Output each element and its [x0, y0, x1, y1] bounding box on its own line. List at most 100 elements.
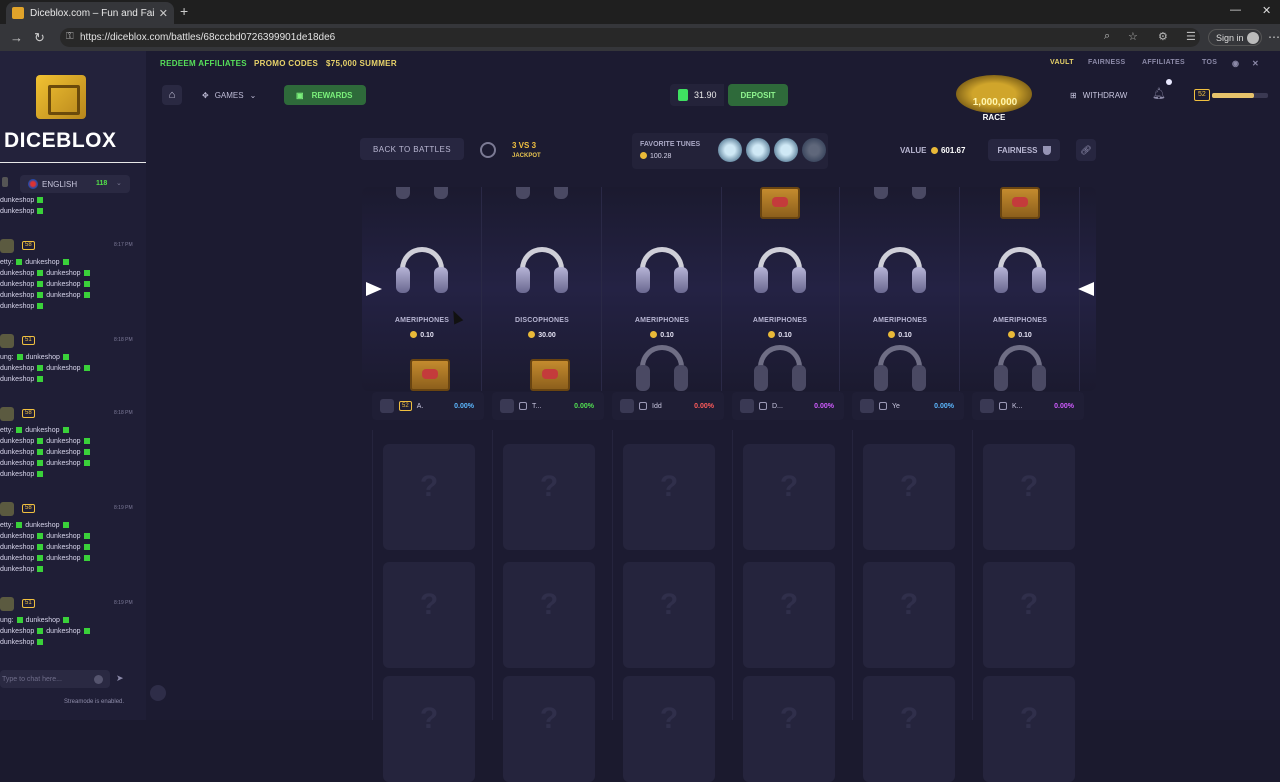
player-slot[interactable]: D... 0.00% [732, 392, 844, 420]
value-label: VALUE [900, 146, 927, 155]
link-icon: 🔗︎ [1080, 144, 1092, 155]
player-slot[interactable]: Ye 0.00% [852, 392, 964, 420]
mention-text: dunkeshop [0, 197, 35, 204]
minimize-icon[interactable]: — [1230, 4, 1241, 16]
case-thumbnail-1[interactable] [718, 138, 742, 162]
mention-text: dunkeshop [46, 281, 81, 288]
case-thumbnail-2[interactable] [746, 138, 770, 162]
message-line: dunkeshop dunkeshop [0, 270, 93, 280]
headphones-icon [394, 187, 450, 203]
headphone-cup [994, 267, 1008, 293]
message-line: etty: dunkeshop [0, 259, 72, 269]
item-price: 0.10 [720, 331, 840, 339]
player-win-chance: 0.00% [694, 402, 714, 410]
user-avatar[interactable] [0, 502, 14, 516]
url-text: https://diceblox.com/battles/68cccbd0726… [80, 32, 336, 43]
rewards-button[interactable]: ▣ REWARDS [284, 85, 366, 105]
green-emote-icon [37, 438, 44, 445]
mention-text: ung: [0, 354, 14, 361]
vault-link[interactable]: VAULT [1050, 59, 1074, 66]
logo[interactable]: DICEBLOX [0, 51, 146, 163]
language-selector[interactable]: ENGLISH 118 ⌄ [20, 175, 130, 193]
player-avatar [620, 399, 634, 413]
mention-text: dunkeshop [46, 628, 81, 635]
headphone-cup [754, 365, 768, 391]
player-win-chance: 0.00% [574, 402, 594, 410]
fairness-button[interactable]: FAIRNESS [988, 139, 1060, 161]
question-mark-icon: ? [659, 470, 679, 503]
balance-display[interactable]: 31.90 [670, 84, 724, 106]
close-window-icon[interactable]: ✕ [1262, 4, 1271, 17]
games-menu-button[interactable]: ✥ GAMES ⌄ [196, 85, 274, 105]
message-line: dunkeshop dunkeshop [0, 628, 93, 638]
green-emote-icon [83, 438, 90, 445]
player-rank-icon [519, 402, 527, 410]
green-emote-icon [37, 460, 44, 467]
player-slot[interactable]: 52 A. 0.00% [372, 392, 484, 420]
headphones-icon [872, 245, 928, 297]
coin-icon [768, 331, 776, 338]
round-column: ??? [972, 430, 1092, 782]
case-thumbnail-3[interactable] [774, 138, 798, 162]
player-slot[interactable]: Idd 0.00% [612, 392, 724, 420]
reload-icon[interactable]: ↻ [34, 30, 45, 46]
zoom-icon[interactable]: ⌕ [1104, 30, 1110, 43]
green-emote-icon [16, 259, 23, 266]
chat-toggle-icon[interactable] [150, 685, 166, 701]
question-mark-icon: ? [1019, 470, 1039, 503]
sign-in-button[interactable]: Sign in [1208, 29, 1262, 46]
share-link-button[interactable]: 🔗︎ [1076, 139, 1096, 161]
bookmark-star-icon[interactable]: ☆ [1128, 30, 1138, 43]
url-field[interactable]: ⚿ https://diceblox.com/battles/68cccbd07… [60, 28, 1200, 47]
promo-codes-link[interactable]: PROMO CODES [254, 59, 318, 68]
user-avatar[interactable] [0, 334, 14, 348]
withdraw-button[interactable]: ⊞ WITHDRAW [1064, 85, 1134, 105]
favorites-icon[interactable]: ☰ [1186, 30, 1196, 43]
emoji-icon[interactable] [94, 675, 103, 684]
case-thumbnail-4[interactable] [802, 138, 826, 162]
discord-icon[interactable]: ◉ [1232, 59, 1239, 68]
player-rank-icon [759, 402, 767, 410]
browser-menu-icon[interactable]: ⋯ [1268, 30, 1280, 44]
bell-icon[interactable]: 🔔︎ [1152, 87, 1166, 100]
headphone-cup [912, 187, 926, 199]
chat-sidebar: DICEBLOX ENGLISH 118 ⌄ dunkeshop dunkesho… [0, 51, 166, 720]
green-emote-icon [37, 566, 44, 573]
fairness-link[interactable]: FAIRNESS [1088, 59, 1125, 66]
twitter-x-icon[interactable]: ✕ [1252, 59, 1259, 68]
user-avatar[interactable] [0, 597, 14, 611]
forward-icon[interactable]: → [10, 30, 23, 45]
mention-text: dunkeshop [0, 208, 35, 215]
user-level-badge[interactable]: 52 [1194, 89, 1210, 101]
green-emote-icon [83, 628, 90, 635]
site-info-icon[interactable]: ⚿ [66, 31, 74, 42]
user-avatar[interactable] [0, 239, 14, 253]
player-rank-icon [639, 402, 647, 410]
tos-link[interactable]: TOS [1202, 59, 1217, 66]
extensions-icon[interactable]: ⚙ [1158, 30, 1168, 43]
user-avatar[interactable] [0, 407, 14, 421]
deposit-button[interactable]: DEPOSIT [728, 84, 788, 106]
user-level-badge: 51 [22, 336, 35, 345]
player-slot[interactable]: K... 0.00% [972, 392, 1084, 420]
race-banner[interactable]: 1,000,000 RACE [956, 75, 1032, 125]
chat-messages[interactable]: dunkeshop dunkeshop 58 8:17 PM etty: dunkesho… [0, 197, 146, 667]
mention-text: dunkeshop [25, 617, 60, 624]
headphone-cup [912, 267, 926, 293]
close-tab-icon[interactable]: ✕ [159, 7, 168, 20]
new-tab-icon[interactable]: + [180, 3, 188, 19]
send-icon[interactable]: ➤ [116, 673, 124, 684]
browser-tab[interactable]: Diceblox.com – Fun and Fair Gam ✕ [6, 2, 174, 24]
language-row: ENGLISH 118 ⌄ [0, 173, 146, 193]
green-emote-icon [83, 544, 90, 551]
case-info[interactable]: FAVORITE TUNES 100.28 [632, 133, 828, 169]
mention-text: dunkeshop [0, 555, 35, 562]
affiliates-link[interactable]: AFFILIATES [1142, 59, 1185, 66]
promo-affiliates-link[interactable]: REDEEM AFFILIATES [160, 59, 247, 68]
summer-promo-link[interactable]: $75,000 SUMMER [326, 59, 397, 68]
back-to-battles-button[interactable]: BACK TO BATTLES [360, 138, 464, 160]
crate-item-icon [530, 359, 570, 391]
home-button[interactable]: ⌂ [162, 85, 182, 105]
player-slot[interactable]: T... 0.00% [492, 392, 604, 420]
user-level-badge: 51 [22, 599, 35, 608]
